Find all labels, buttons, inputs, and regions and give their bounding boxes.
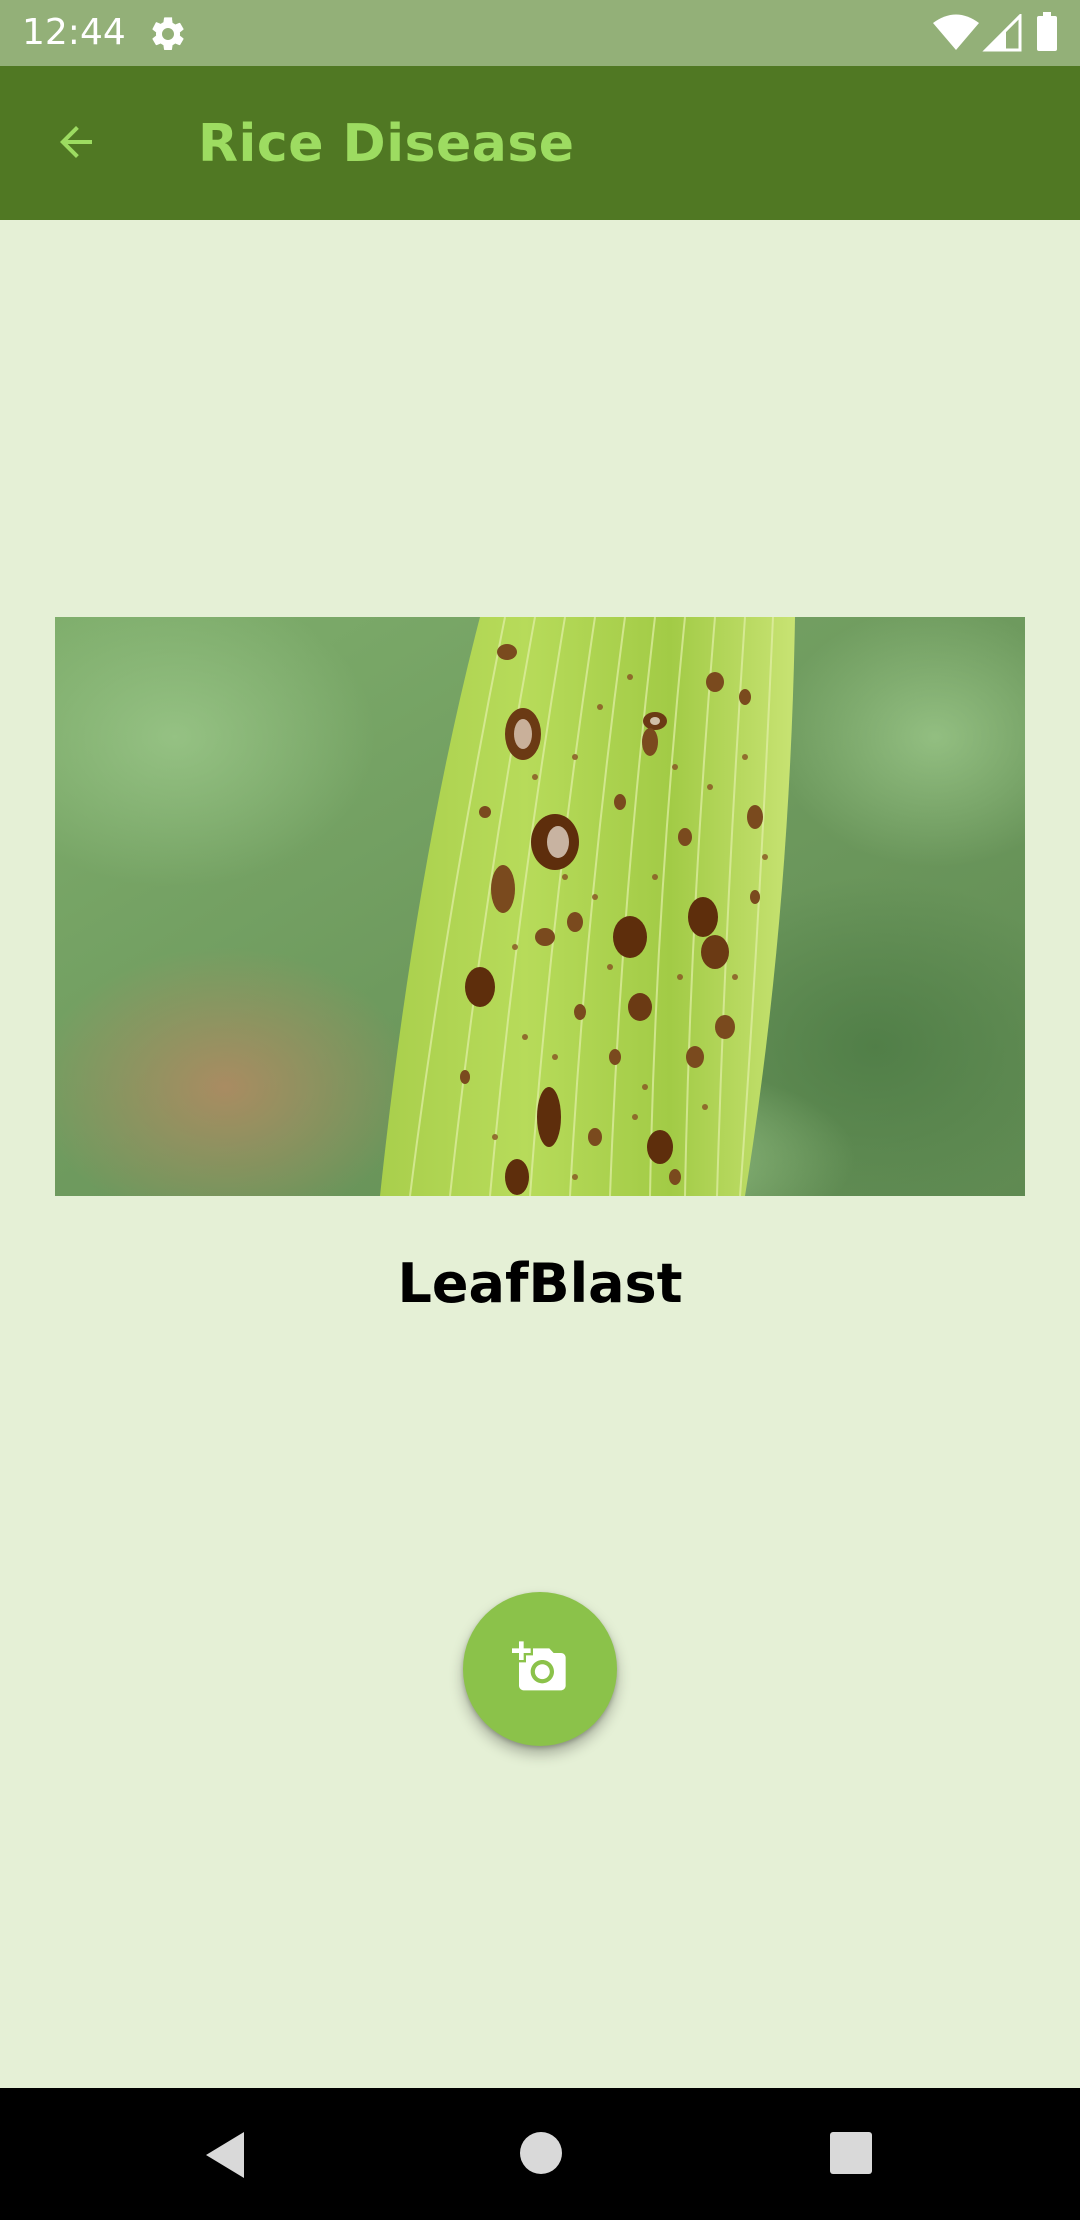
- nav-recents-icon[interactable]: [828, 2130, 874, 2176]
- settings-icon: [148, 14, 188, 54]
- disease-result-label: LeafBlast: [397, 1252, 683, 1315]
- app-bar: Rice Disease: [0, 66, 1080, 220]
- add-photo-button[interactable]: [463, 1592, 617, 1746]
- leaf-photo: [55, 617, 1025, 1196]
- navigation-bar: [0, 2088, 1080, 2220]
- arrow-back-icon: [52, 118, 100, 170]
- page-title: Rice Disease: [198, 114, 575, 174]
- nav-home-icon[interactable]: [516, 2128, 566, 2178]
- back-button[interactable]: [36, 110, 116, 178]
- battery-icon: [1036, 12, 1058, 52]
- add-photo-camera-icon: [512, 1639, 568, 1699]
- status-bar: 12:44: [0, 0, 1080, 66]
- nav-back-icon[interactable]: [200, 2128, 254, 2182]
- status-time: 12:44: [22, 12, 126, 53]
- wifi-icon: [932, 14, 980, 52]
- signal-icon: [982, 12, 1022, 52]
